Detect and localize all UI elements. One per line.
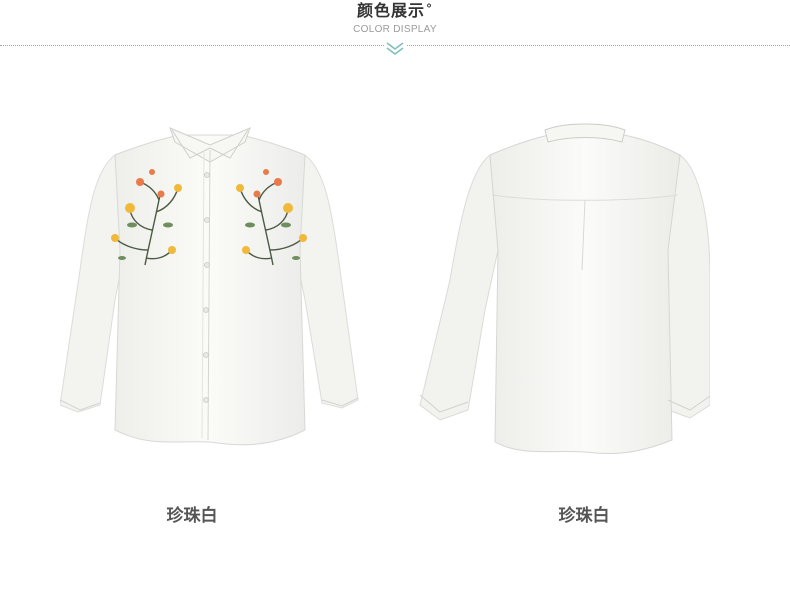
double-chevron-down-icon (384, 40, 406, 56)
product-image-front (59, 100, 360, 480)
section-title-mark: ° (426, 2, 433, 16)
section-subtitle: COLOR DISPLAY (353, 24, 437, 35)
section-title-text: 颜色展示 (356, 1, 425, 20)
product-image-back (410, 100, 711, 480)
color-label-front: 珍珠白 (166, 506, 218, 526)
color-label-back: 珍珠白 (558, 506, 610, 526)
section-title: 颜色展示° (0, 0, 790, 22)
